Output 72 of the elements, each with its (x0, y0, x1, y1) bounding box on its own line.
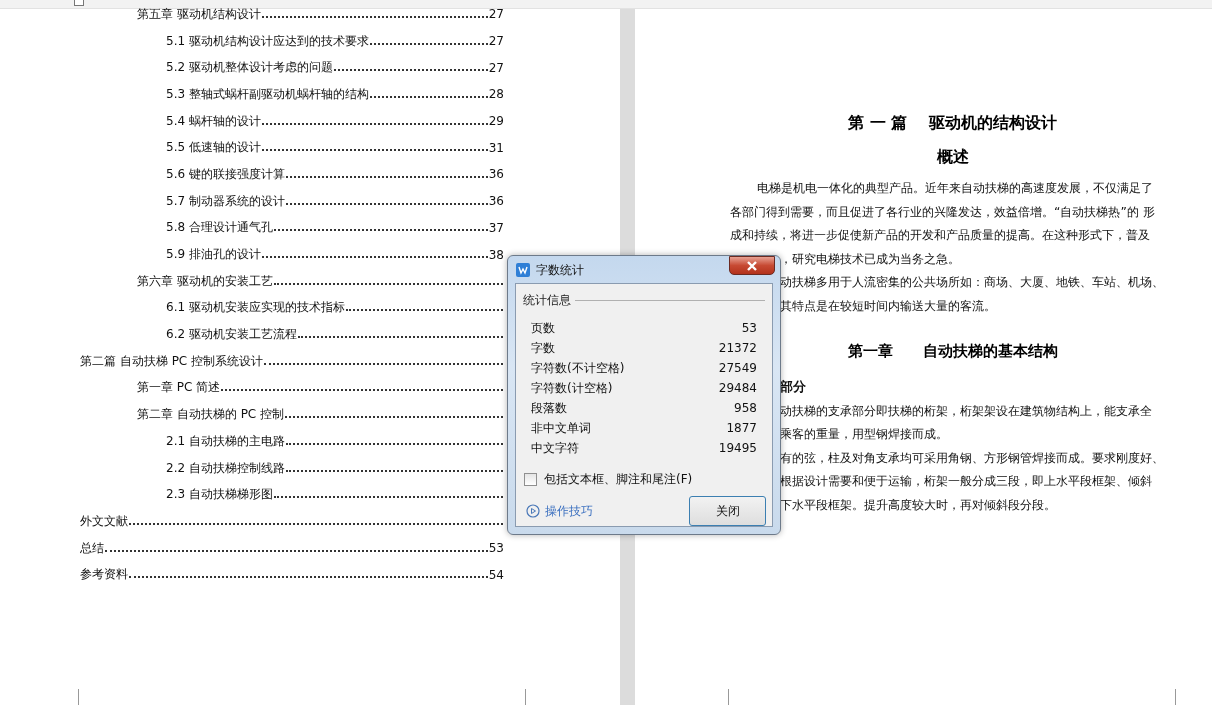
toc-page-number: 36 (488, 194, 504, 209)
body-text-line: 根据设计需要和便于运输，桁架一般分成三段，即上水平段框架、倾斜 (780, 472, 1152, 490)
checkbox-label[interactable]: 包括文本框、脚注和尾注(F) (544, 471, 693, 488)
toc-page-number: 27 (488, 7, 504, 22)
stat-label: 字符数(计空格) (531, 379, 613, 397)
toc-page-number: 37 (488, 220, 504, 235)
body-text-line: 电梯是机电一体化的典型产品。近年来自动扶梯的高速度发展，不仅满足了 (757, 179, 1153, 197)
toc-page-number: 27 (488, 34, 504, 49)
body-text-line: 有的弦，柱及对角支承均可采用角钢、方形钢管焊接而成。要求刚度好、 (780, 448, 1164, 467)
section-title: 概述 (936, 147, 969, 168)
stat-label: 中文字符 (531, 439, 579, 457)
stat-value: 53 (741, 321, 757, 335)
body-text-line: 动扶梯多用于人流密集的公共场所如：商场、大厦、地铁、车站、机场、 (780, 273, 1164, 291)
body-text-line: 动扶梯的支承部分即扶梯的桁架，桁架架设在建筑物结构上，能支承全 (780, 401, 1152, 420)
body-text-line: 下水平段框架。提升高度较大时，再对倾斜段分段。 (780, 495, 1056, 514)
toc-entry: 5.8 合理设计通气孔 (166, 219, 273, 237)
toc-entry: 第五章 驱动机结构设计 (137, 5, 261, 23)
stat-value: 29484 (718, 381, 757, 395)
chapter-heading: 第一章 自动扶梯的基本结构 (847, 341, 1058, 362)
body-text-line: 其特点是在较短时间内输送大量的客流。 (780, 296, 996, 315)
stat-value: 21372 (718, 341, 757, 355)
toc-page-number: 31 (488, 140, 504, 155)
stat-label: 页数 (531, 319, 555, 337)
toc-entry: 6.2 驱动机安装工艺流程 (166, 326, 297, 344)
body-text-line: ，研究电梯技术已成为当务之急。 (780, 249, 960, 268)
toc-page-number: 54 (488, 567, 504, 582)
close-button[interactable]: 关闭 (689, 496, 766, 526)
stat-label: 非中文单词 (531, 419, 591, 437)
toc-entry: 5.2 驱动机整体设计考虑的问题 (166, 59, 333, 77)
toc-page-number: 53 (488, 541, 504, 556)
section-heading: 部分 (780, 378, 806, 396)
toc-entry: 总结 (80, 539, 104, 557)
play-icon (526, 504, 540, 518)
app-logo-icon (516, 263, 530, 277)
toc-page-number: 36 (488, 167, 504, 182)
stat-label: 段落数 (531, 399, 567, 417)
group-label: 统计信息 (523, 291, 571, 309)
toc-entry: 参考资料 (80, 566, 128, 584)
stat-value: 958 (734, 401, 757, 415)
stat-label: 字符数(不计空格) (531, 359, 625, 377)
toc-entry: 第二章 自动扶梯的 PC 控制 (137, 406, 285, 424)
toc-entry: 外文文献 (80, 512, 128, 530)
toc-entry: 第六章 驱动机的安装工艺 (137, 272, 273, 290)
toc-entry: 6.1 驱动机安装应实现的技术指标 (166, 299, 345, 317)
body-text-line: 成和持续，将进一步促使新产品的开发和产品质量的提高。在这种形式下，普及 (730, 226, 1150, 244)
toc-entry: 5.5 低速轴的设计 (166, 139, 261, 157)
part-title: 第 一 篇 驱动机的结构设计 (848, 113, 1057, 134)
toc-page-number: 29 (488, 114, 504, 129)
toc-entry: 2.1 自动扶梯的主电路 (166, 432, 285, 450)
toc-entry: 5.4 蜗杆轴的设计 (166, 112, 261, 130)
toc-entry: 5.1 驱动机结构设计应达到的技术要求 (166, 32, 369, 50)
toc-entry: 第一章 PC 简述 (137, 379, 221, 397)
toc-entry: 第二篇 自动扶梯 PC 控制系统设计 (80, 352, 264, 370)
toc-entry: 2.3 自动扶梯梯形图 (166, 486, 273, 504)
stat-value: 27549 (718, 361, 757, 375)
body-text-line: 各部门得到需要，而且促进了各行业的兴隆发达，效益倍增。“自动扶梯热”的 形 (730, 202, 1155, 221)
toc-page-number: 38 (488, 247, 504, 262)
toc-entry: 5.9 排油孔的设计 (166, 246, 261, 264)
stat-value: 1877 (726, 421, 757, 435)
dialog-title: 字数统计 (536, 261, 584, 279)
toc-entry: 2.2 自动扶梯控制线路 (166, 459, 285, 477)
toc-page-number: 28 (488, 87, 504, 102)
stat-label: 字数 (531, 339, 555, 357)
toc-entry: 5.6 键的联接强度计算 (166, 165, 285, 183)
checkbox[interactable] (524, 473, 537, 486)
toc-entry: 5.3 整轴式蜗杆副驱动机蜗杆轴的结构 (166, 85, 369, 103)
toc-page-number: 27 (488, 60, 504, 75)
tips-link[interactable]: 操作技巧 (545, 502, 593, 520)
close-icon[interactable] (729, 256, 775, 275)
body-text-line: 乘客的重量，用型钢焊接而成。 (780, 425, 948, 443)
toc-entry: 5.7 制动器系统的设计 (166, 192, 285, 210)
stat-value: 19495 (718, 441, 757, 455)
